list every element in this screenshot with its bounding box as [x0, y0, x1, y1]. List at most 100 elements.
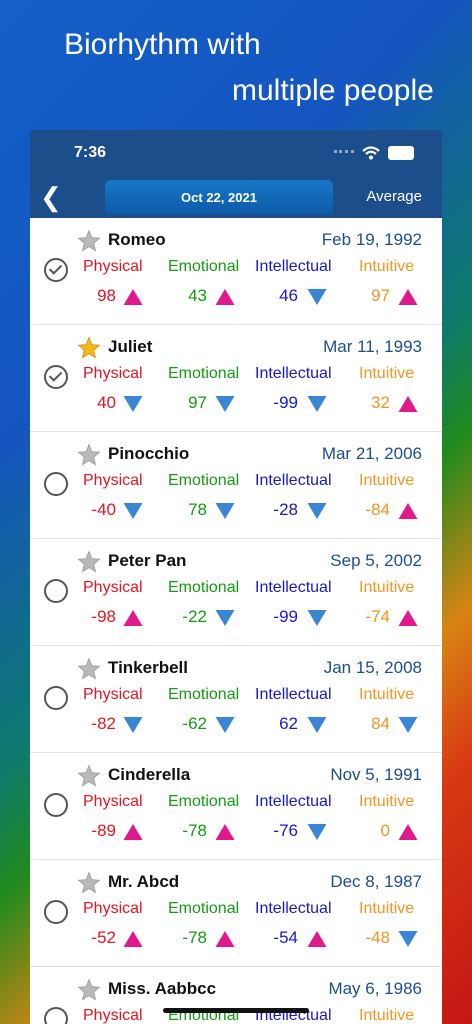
status-time: 7:36 — [74, 144, 107, 161]
person-row[interactable]: Juliet Mar 11, 1993 Physical Emotional Intel… — [30, 325, 442, 432]
intellectual-label: Intellectual — [255, 686, 332, 703]
physical-label: Physical — [83, 1007, 143, 1024]
empty-circle-icon[interactable] — [44, 900, 68, 924]
person-row[interactable]: Mr. Abcd Dec 8, 1987 Physical Emotional Inte… — [30, 860, 442, 967]
favorite-star-icon[interactable] — [77, 229, 101, 253]
checked-circle-icon[interactable] — [44, 365, 68, 389]
physical-value: -40 — [91, 500, 116, 519]
trend-up-triangle-icon — [398, 396, 418, 412]
person-row[interactable]: Romeo Feb 19, 1992 Physical Emotional Intell… — [30, 218, 442, 325]
empty-circle-icon[interactable] — [44, 686, 68, 710]
physical-label: Physical — [83, 579, 143, 596]
person-birthdate: May 6, 1986 — [328, 979, 422, 998]
intellectual-value: 62 — [279, 714, 298, 733]
emotional-label: Emotional — [168, 258, 240, 275]
emotional-value: -78 — [182, 821, 207, 840]
person-row[interactable]: Tinkerbell Jan 15, 2008 Physical Emotional I… — [30, 646, 442, 753]
cellular-signal-icon — [334, 150, 354, 156]
intellectual-label: Intellectual — [255, 900, 332, 917]
person-birthdate: Mar 11, 1993 — [323, 337, 422, 356]
checked-circle-icon[interactable] — [44, 258, 68, 282]
physical-label: Physical — [83, 900, 143, 917]
person-row[interactable]: Miss. Aabbcc May 6, 1986 Physical Emotional… — [30, 967, 442, 1024]
intuitive-label: Intuitive — [359, 365, 415, 382]
physical-label: Physical — [83, 365, 143, 382]
empty-circle-icon[interactable] — [44, 1007, 68, 1024]
trend-down-triangle-icon — [398, 931, 418, 947]
intuitive-label: Intuitive — [359, 258, 415, 275]
person-birthdate: Feb 19, 1992 — [321, 230, 422, 249]
intuitive-value: 97 — [371, 286, 390, 305]
average-button[interactable]: Average — [366, 188, 422, 205]
intuitive-label: Intuitive — [359, 686, 415, 703]
emotional-value: -62 — [182, 714, 207, 733]
favorite-star-icon[interactable] — [77, 657, 101, 681]
promo-headline: Biorhythm with multiple people — [0, 0, 472, 130]
person-name: Juliet — [108, 337, 153, 356]
person-name: Pinocchio — [108, 444, 190, 463]
person-row[interactable]: Peter Pan Sep 5, 2002 Physical Emotional Int… — [30, 539, 442, 646]
person-birthdate: Mar 21, 2006 — [321, 444, 422, 463]
intuitive-value: -74 — [365, 607, 390, 626]
date-picker-button[interactable]: Oct 22, 2021 — [105, 180, 333, 214]
intuitive-label: Intuitive — [359, 472, 415, 489]
person-name: Miss. Aabbcc — [108, 979, 217, 998]
favorite-star-icon[interactable] — [77, 550, 101, 574]
home-indicator — [163, 1008, 309, 1013]
physical-value: -82 — [91, 714, 116, 733]
physical-value: 40 — [97, 393, 116, 412]
intuitive-value: 0 — [380, 821, 390, 840]
emotional-label: Emotional — [168, 472, 240, 489]
intellectual-label: Intellectual — [255, 472, 332, 489]
emotional-label: Emotional — [168, 365, 240, 382]
intuitive-value: 32 — [371, 393, 390, 412]
favorite-star-icon[interactable] — [77, 443, 101, 467]
emotional-label: Emotional — [168, 793, 240, 810]
emotional-value: 97 — [188, 393, 207, 412]
intuitive-label: Intuitive — [359, 1007, 415, 1024]
empty-circle-icon[interactable] — [44, 472, 68, 496]
intuitive-value: -84 — [365, 500, 390, 519]
intuitive-label: Intuitive — [359, 793, 415, 810]
person-name: Peter Pan — [108, 551, 187, 570]
headline-line-1: Biorhythm with — [64, 28, 261, 61]
favorite-star-icon[interactable] — [77, 871, 101, 895]
person-birthdate: Jan 15, 2008 — [323, 658, 422, 677]
intellectual-value: 46 — [279, 286, 298, 305]
back-chevron-icon[interactable]: ❮ — [40, 184, 62, 210]
empty-circle-icon[interactable] — [44, 793, 68, 817]
intuitive-value: 84 — [371, 714, 390, 733]
physical-label: Physical — [83, 793, 143, 810]
people-list: Romeo Feb 19, 1992 Physical Emotional Intell… — [30, 218, 442, 1024]
person-row[interactable]: Pinocchio Mar 21, 2006 Physical Emotional In… — [30, 432, 442, 539]
empty-circle-icon[interactable] — [44, 579, 68, 603]
status-icons — [334, 146, 414, 160]
trend-up-triangle-icon — [398, 289, 418, 305]
intuitive-label: Intuitive — [359, 900, 415, 917]
intellectual-label: Intellectual — [255, 793, 332, 810]
intellectual-value: -28 — [273, 500, 298, 519]
physical-value: -98 — [91, 607, 116, 626]
navigation-bar: 7:36 ❮ Oct 22, 2021 Average — [30, 130, 442, 218]
person-name: Mr. Abcd — [108, 872, 180, 891]
person-birthdate: Sep 5, 2002 — [330, 551, 422, 570]
person-row[interactable]: Cinderella Nov 5, 1991 Physical Emotional In… — [30, 753, 442, 860]
favorite-star-icon[interactable] — [77, 764, 101, 788]
favorite-star-icon[interactable] — [77, 336, 101, 360]
emotional-label: Emotional — [168, 900, 240, 917]
favorite-star-icon[interactable] — [77, 978, 101, 1002]
physical-label: Physical — [83, 472, 143, 489]
person-name: Romeo — [108, 230, 166, 249]
person-birthdate: Nov 5, 1991 — [330, 765, 422, 784]
intellectual-value: -54 — [273, 928, 298, 947]
emotional-label: Emotional — [168, 686, 240, 703]
intellectual-value: -99 — [273, 393, 298, 412]
person-birthdate: Dec 8, 1987 — [330, 872, 422, 891]
intellectual-label: Intellectual — [255, 365, 332, 382]
trend-down-triangle-icon — [398, 717, 418, 733]
emotional-value: 43 — [188, 286, 207, 305]
intellectual-value: -99 — [273, 607, 298, 626]
trend-up-triangle-icon — [398, 610, 418, 626]
person-name: Tinkerbell — [108, 658, 188, 677]
trend-up-triangle-icon — [398, 824, 418, 840]
